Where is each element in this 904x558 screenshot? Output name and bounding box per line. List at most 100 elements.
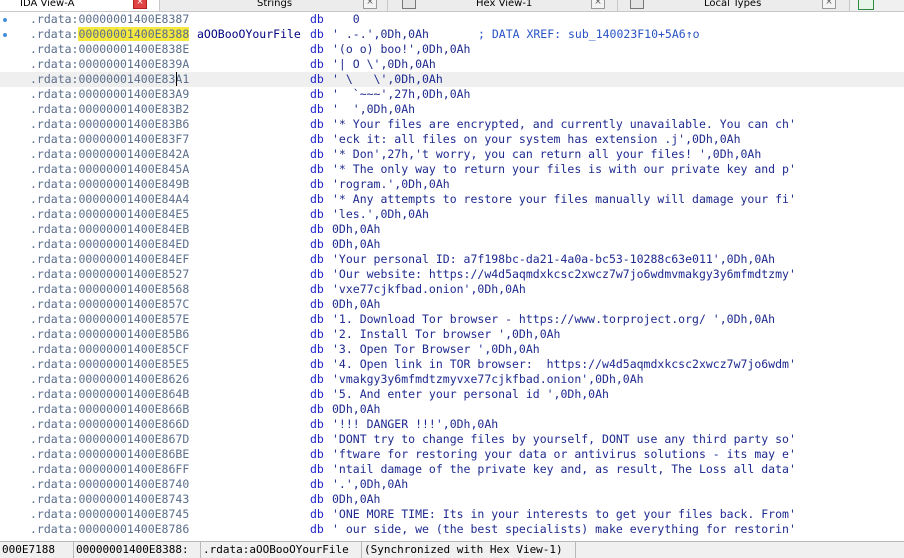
data-operand[interactable]: '* Your files are encrypted, and current… — [332, 117, 796, 132]
row-address[interactable]: .rdata:00000001400E867D — [30, 432, 189, 447]
row-address[interactable]: .rdata:00000001400E8527 — [30, 267, 189, 282]
data-operand[interactable]: '(o o) boo!',0Dh,0Ah — [332, 42, 470, 57]
row-address[interactable]: .rdata:00000001400E857E — [30, 312, 189, 327]
listing-row[interactable]: .rdata:00000001400E842A db '* Don',27h,'t … — [0, 147, 904, 162]
data-operand[interactable]: 'vmakgy3y6mfmdtzmyvxe77cjkfbad.onion',0D… — [332, 372, 644, 387]
listing-row[interactable]: .rdata:00000001400E845A db '* The only way… — [0, 162, 904, 177]
data-operand[interactable]: 0Dh,0Ah — [332, 237, 380, 252]
listing-row[interactable]: .rdata:00000001400E83F7 db 'eck it: all fi… — [0, 132, 904, 147]
listing-row[interactable]: .rdata:00000001400E85E5 db '4. Open link i… — [0, 357, 904, 372]
listing-row[interactable]: .rdata:00000001400E84A4 db '* Any attempts… — [0, 192, 904, 207]
listing-row[interactable]: .rdata:00000001400E8388 aOOBooOYourFile db… — [0, 27, 904, 42]
data-operand[interactable]: ' ',0Dh,0Ah — [332, 102, 415, 117]
close-icon[interactable]: × — [363, 0, 377, 9]
listing-row[interactable]: .rdata:00000001400E83B6 db '* Your files a… — [0, 117, 904, 132]
data-operand[interactable]: 0Dh,0Ah — [332, 402, 380, 417]
row-address[interactable]: .rdata:00000001400E83F7 — [30, 132, 189, 147]
data-operand[interactable]: '!!! DANGER !!!',0Dh,0Ah — [332, 417, 498, 432]
data-operand[interactable]: 'DONT try to change files by yourself, D… — [332, 432, 796, 447]
listing-row[interactable]: .rdata:00000001400E857E db '1. Download To… — [0, 312, 904, 327]
data-operand[interactable]: ' \ \',0Dh,0Ah — [332, 72, 443, 87]
row-address[interactable]: .rdata:00000001400E84ED — [30, 237, 189, 252]
disassembly-listing[interactable]: .rdata:00000001400E8387 db 0 .rdata:000000… — [0, 12, 904, 541]
data-operand[interactable]: 'vxe77cjkfbad.onion',0Dh,0Ah — [332, 282, 526, 297]
listing-row[interactable]: .rdata:00000001400E8568 db 'vxe77cjkfbad.o… — [0, 282, 904, 297]
data-operand[interactable]: '4. Open link in TOR browser: https://w4… — [332, 357, 796, 372]
listing-row[interactable]: .rdata:00000001400E83A9 db ' `~~~',27h,0Dh… — [0, 87, 904, 102]
data-operand[interactable]: '* Don',27h,'t worry, you can return all… — [332, 147, 761, 162]
close-icon[interactable]: × — [133, 0, 147, 9]
listing-row[interactable]: .rdata:00000001400E84EF db 'Your personal … — [0, 252, 904, 267]
data-operand[interactable]: '5. And enter your personal id ',0Dh,0Ah — [332, 387, 609, 402]
data-operand[interactable]: 'les.',0Dh,0Ah — [332, 207, 429, 222]
row-address[interactable]: .rdata:00000001400E83A1 — [30, 72, 189, 87]
data-operand[interactable]: '* The only way to return your files is … — [332, 162, 796, 177]
data-operand[interactable]: 'eck it: all files on your system has ex… — [332, 132, 741, 147]
row-address[interactable]: .rdata:00000001400E845A — [30, 162, 189, 177]
label-name[interactable]: aOOBooOYourFile — [197, 27, 301, 42]
data-operand[interactable]: 'ntail damage of the private key and, as… — [332, 462, 796, 477]
data-operand[interactable]: 0 — [332, 12, 360, 27]
listing-row[interactable]: .rdata:00000001400E8740 db '.',0Dh,0Ah — [0, 477, 904, 492]
listing-row[interactable]: .rdata:00000001400E86BE db 'ftware for res… — [0, 447, 904, 462]
listing-row[interactable]: .rdata:00000001400E85CF db '3. Open Tor Br… — [0, 342, 904, 357]
data-operand[interactable]: 0Dh,0Ah — [332, 222, 380, 237]
close-icon[interactable]: × — [591, 0, 605, 9]
row-address[interactable]: .rdata:00000001400E8388 — [30, 27, 190, 42]
row-address[interactable]: .rdata:00000001400E85E5 — [30, 357, 189, 372]
row-address[interactable]: .rdata:00000001400E857C — [30, 297, 189, 312]
row-address[interactable]: .rdata:00000001400E866B — [30, 402, 189, 417]
listing-row[interactable]: .rdata:00000001400E8626 db 'vmakgy3y6mfmdt… — [0, 372, 904, 387]
data-operand[interactable]: '* Any attempts to restore your files ma… — [332, 192, 796, 207]
row-address[interactable]: .rdata:00000001400E838E — [30, 42, 189, 57]
row-address[interactable]: .rdata:00000001400E866D — [30, 417, 189, 432]
row-address[interactable]: .rdata:00000001400E86BE — [30, 447, 189, 462]
data-operand[interactable]: '1. Download Tor browser - https://www.t… — [332, 312, 775, 327]
listing-row[interactable]: .rdata:00000001400E8527 db 'Our website: h… — [0, 267, 904, 282]
listing-row[interactable]: .rdata:00000001400E8786 db ' our side, we … — [0, 522, 904, 537]
row-address[interactable]: .rdata:00000001400E8740 — [30, 477, 189, 492]
row-address[interactable]: .rdata:00000001400E85CF — [30, 342, 189, 357]
row-address[interactable]: .rdata:00000001400E83B6 — [30, 117, 189, 132]
row-address[interactable]: .rdata:00000001400E849B — [30, 177, 189, 192]
tab-ida-view-a[interactable]: IDA View-A × — [0, 0, 160, 11]
listing-row[interactable]: .rdata:00000001400E866B db 0Dh,0Ah — [0, 402, 904, 417]
listing-row[interactable]: .rdata:00000001400E838E db '(o o) boo!',0D… — [0, 42, 904, 57]
listing-row[interactable]: .rdata:00000001400E84E5 db 'les.',0Dh,0Ah — [0, 207, 904, 222]
listing-row[interactable]: .rdata:00000001400E857C db 0Dh,0Ah — [0, 297, 904, 312]
row-address[interactable]: .rdata:00000001400E84EB — [30, 222, 189, 237]
data-operand[interactable]: 0Dh,0Ah — [332, 297, 380, 312]
listing-row[interactable]: .rdata:00000001400E867D db 'DONT try to ch… — [0, 432, 904, 447]
data-operand[interactable]: ' .-.',0Dh,0Ah — [332, 27, 429, 42]
row-address[interactable]: .rdata:00000001400E84A4 — [30, 192, 189, 207]
data-operand[interactable]: '| O \',0Dh,0Ah — [332, 57, 436, 72]
data-operand[interactable]: '2. Install Tor browser ',0Dh,0Ah — [332, 327, 560, 342]
tab-hex-view-1[interactable]: Hex View-1 × — [388, 0, 618, 11]
listing-row[interactable]: .rdata:00000001400E864B db '5. And enter y… — [0, 387, 904, 402]
row-address[interactable]: .rdata:00000001400E83A9 — [30, 87, 189, 102]
listing-row[interactable]: .rdata:00000001400E849B db 'rogram.',0Dh,0… — [0, 177, 904, 192]
listing-row[interactable]: .rdata:00000001400E839A db '| O \',0Dh,0Ah — [0, 57, 904, 72]
row-address[interactable]: .rdata:00000001400E8626 — [30, 372, 189, 387]
row-address[interactable]: .rdata:00000001400E8786 — [30, 522, 189, 537]
data-operand[interactable]: 'ONE MORE TIME: Its in your interests to… — [332, 507, 796, 522]
row-address[interactable]: .rdata:00000001400E8387 — [30, 12, 189, 27]
row-address[interactable]: .rdata:00000001400E86FF — [30, 462, 189, 477]
row-address[interactable]: .rdata:00000001400E839A — [30, 57, 189, 72]
data-operand[interactable]: ' `~~~',27h,0Dh,0Ah — [332, 87, 470, 102]
xref-comment[interactable]: ; DATA XREF: sub_140023F10+5A6↑o — [478, 27, 700, 42]
close-icon[interactable]: × — [822, 0, 836, 9]
structures-icon[interactable] — [858, 0, 874, 10]
row-address[interactable]: .rdata:00000001400E8743 — [30, 492, 189, 507]
data-operand[interactable]: 'ftware for restoring your data or antiv… — [332, 447, 796, 462]
row-address[interactable]: .rdata:00000001400E864B — [30, 387, 189, 402]
tab-strings[interactable]: Strings × — [160, 0, 388, 11]
data-operand[interactable]: 'Your personal ID: a7f198bc-da21-4a0a-bc… — [332, 252, 775, 267]
row-address[interactable]: .rdata:00000001400E8568 — [30, 282, 189, 297]
row-address[interactable]: .rdata:00000001400E8745 — [30, 507, 189, 522]
data-operand[interactable]: '.',0Dh,0Ah — [332, 477, 408, 492]
listing-row[interactable]: .rdata:00000001400E8743 db 0Dh,0Ah — [0, 492, 904, 507]
listing-row[interactable]: .rdata:00000001400E8745 db 'ONE MORE TIME:… — [0, 507, 904, 522]
listing-row[interactable]: .rdata:00000001400E85B6 db '2. Install Tor… — [0, 327, 904, 342]
listing-row[interactable]: .rdata:00000001400E86FF db 'ntail damage o… — [0, 462, 904, 477]
